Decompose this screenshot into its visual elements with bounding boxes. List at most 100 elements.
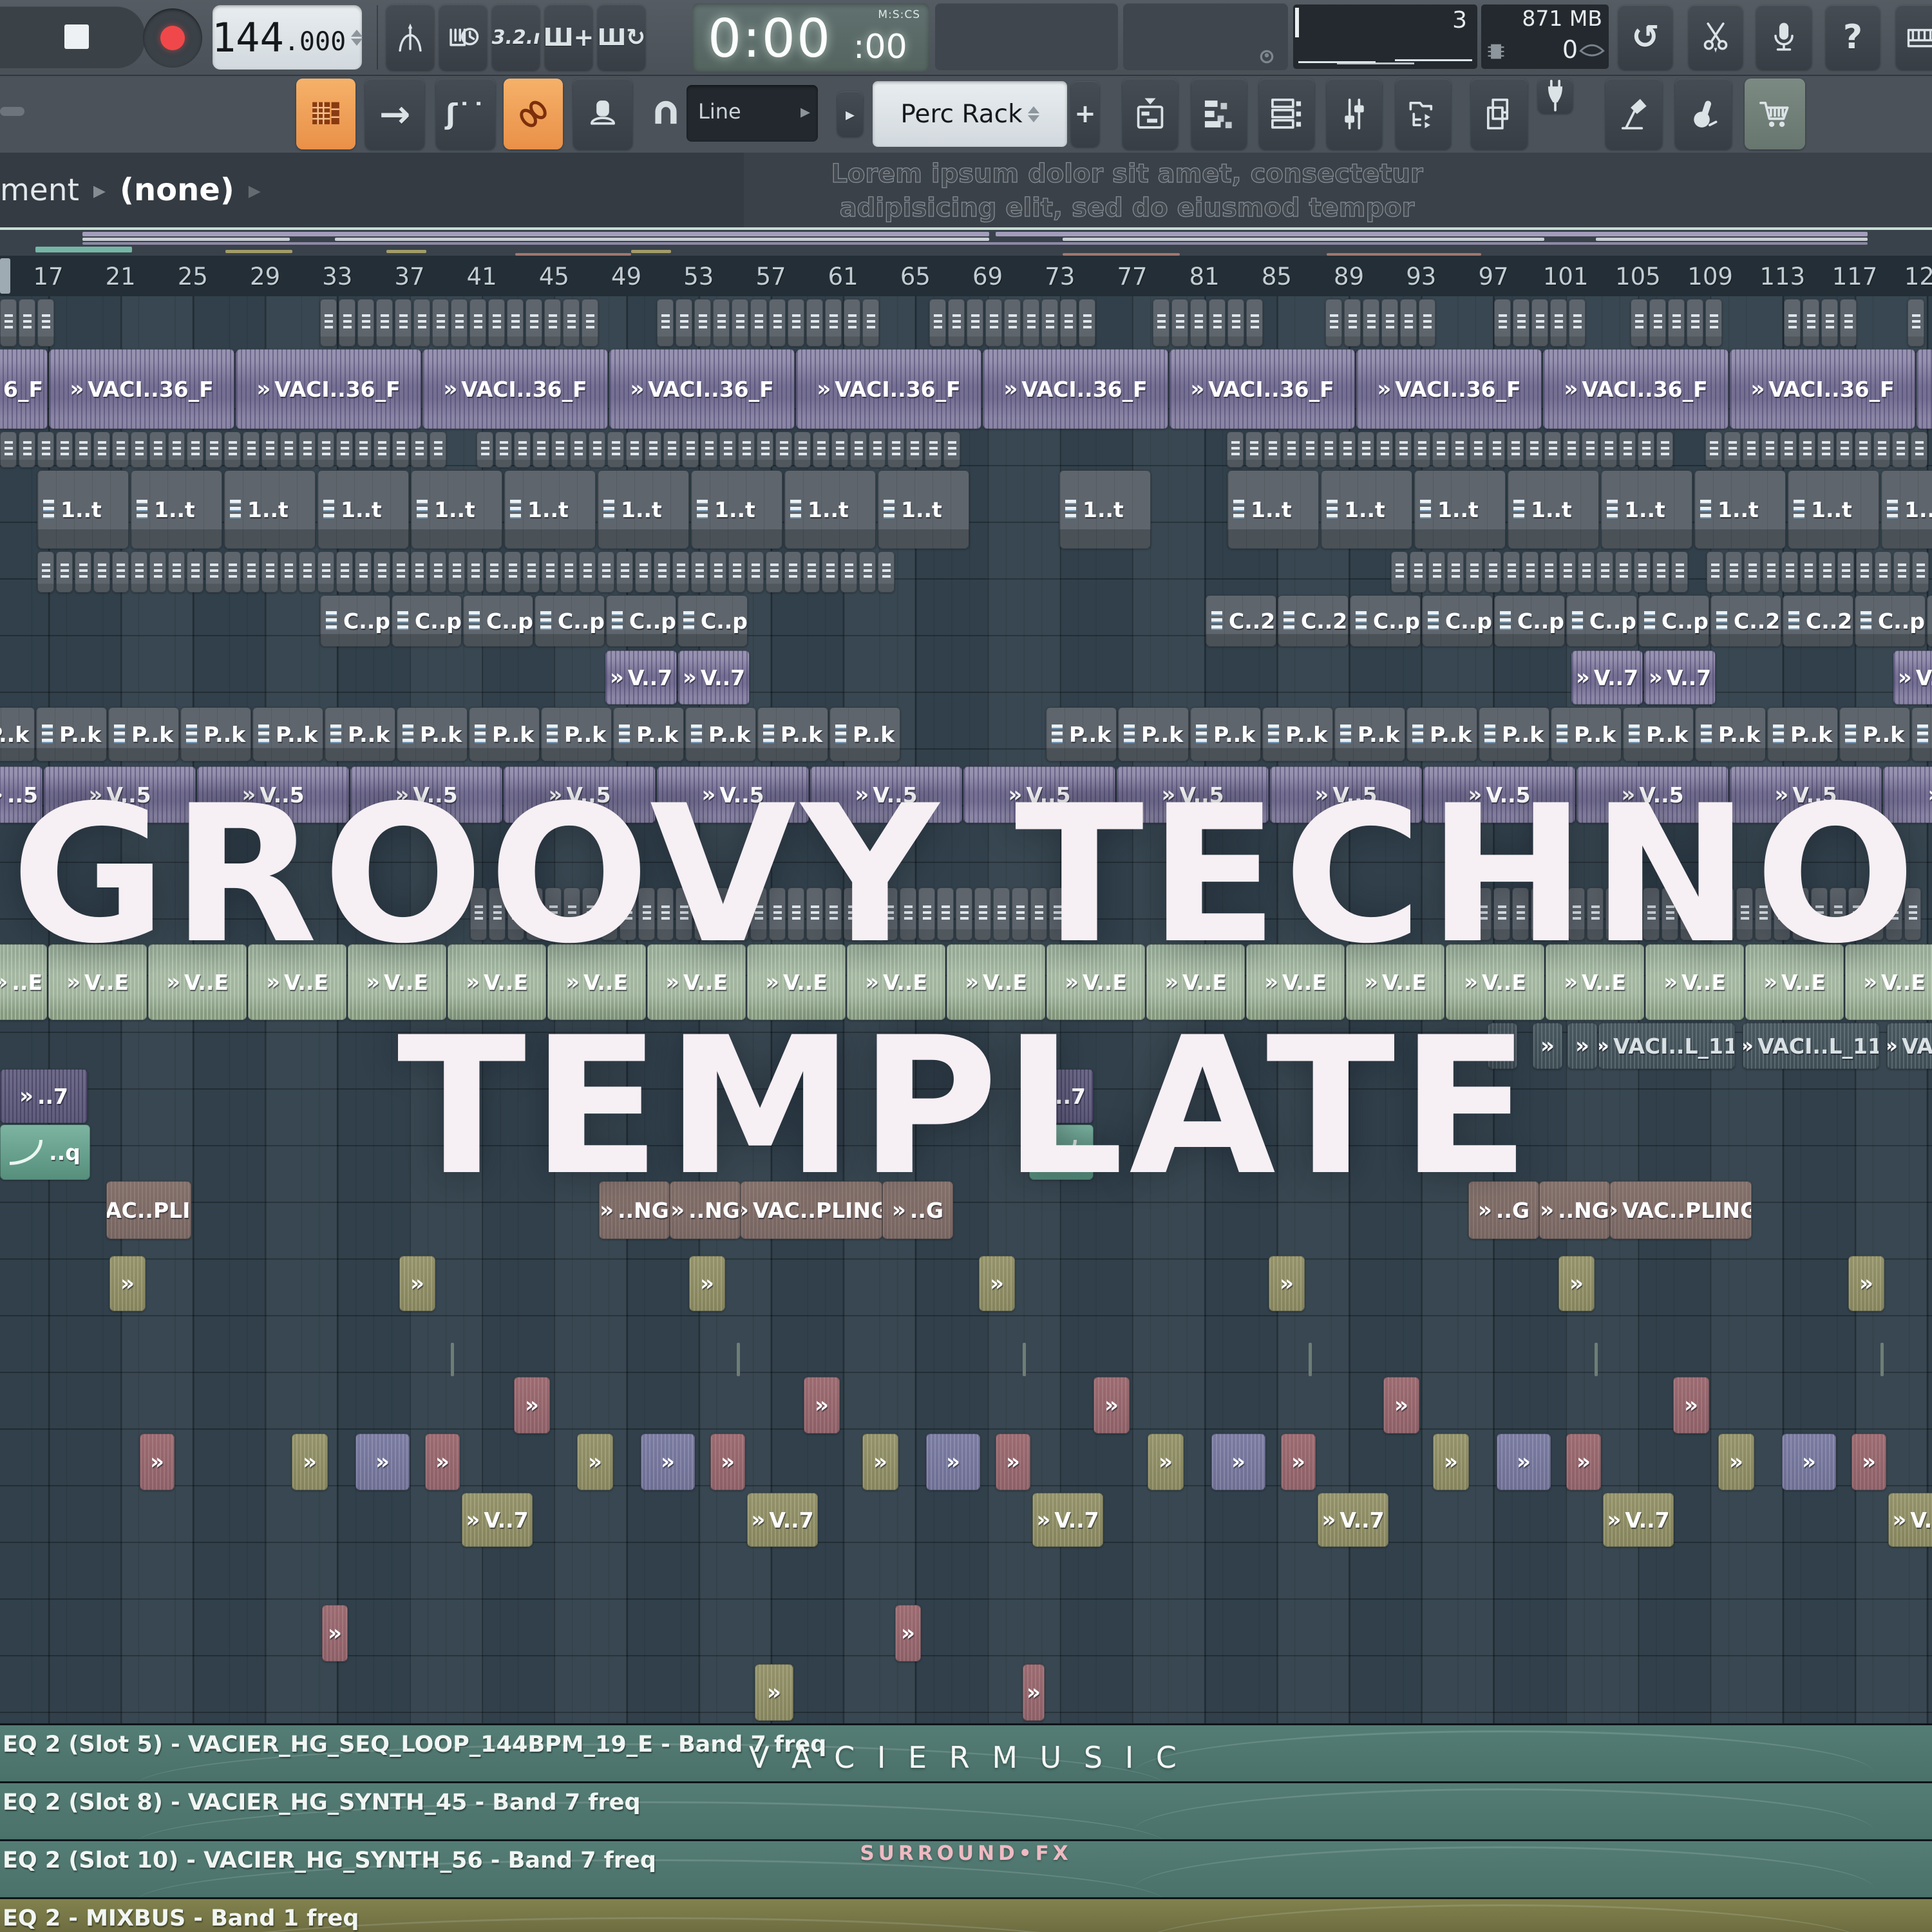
- mini-pattern-clip[interactable]: [1582, 431, 1598, 468]
- mini-pattern-clip[interactable]: [261, 551, 278, 592]
- audio-clip[interactable]: »V..7: [1571, 650, 1643, 705]
- mini-pattern-clip[interactable]: [701, 431, 717, 468]
- mini-pattern-clip[interactable]: [1893, 551, 1910, 592]
- mini-pattern-clip[interactable]: [504, 551, 521, 592]
- mini-pattern-clip[interactable]: [825, 887, 842, 940]
- mini-pattern-clip[interactable]: [1466, 551, 1482, 592]
- audio-clip[interactable]: »V..5: [810, 766, 962, 823]
- mini-pattern-clip[interactable]: [1540, 551, 1557, 592]
- audio-clip[interactable]: »: [1533, 1023, 1562, 1069]
- mini-pattern-clip[interactable]: [1060, 299, 1077, 346]
- mini-pattern-clip[interactable]: [1030, 887, 1047, 940]
- automation-track[interactable]: EQ 2 - MIXBUS - Band 1 freq: [0, 1897, 1932, 1932]
- mini-pattern-clip[interactable]: [1012, 887, 1028, 940]
- mini-pattern-clip[interactable]: [757, 431, 773, 468]
- mini-pattern-clip[interactable]: [1227, 299, 1244, 346]
- audio-clip[interactable]: »V..5: [1577, 766, 1728, 823]
- mini-pattern-clip[interactable]: [1068, 887, 1084, 940]
- mini-pattern-clip[interactable]: [859, 551, 876, 592]
- audio-clip[interactable]: »: [425, 1434, 460, 1490]
- mini-pattern-clip[interactable]: [469, 299, 486, 346]
- audio-clip[interactable]: »: [1148, 1434, 1184, 1490]
- mini-pattern-clip[interactable]: [1428, 551, 1445, 592]
- audio-clip[interactable]: »: [1094, 1377, 1130, 1434]
- pattern-clip[interactable]: P..k: [1911, 707, 1932, 761]
- mini-pattern-clip[interactable]: [1023, 299, 1039, 346]
- mini-pattern-clip[interactable]: [336, 551, 353, 592]
- mini-pattern-clip[interactable]: [1484, 551, 1501, 592]
- audio-clip[interactable]: »..E: [0, 944, 47, 1020]
- mini-pattern-clip[interactable]: [1908, 299, 1924, 346]
- mini-pattern-clip[interactable]: [37, 299, 54, 346]
- mini-pattern-clip[interactable]: [93, 551, 110, 592]
- mini-pattern-clip[interactable]: [1209, 299, 1226, 346]
- mini-pattern-clip[interactable]: [967, 299, 983, 346]
- mini-pattern-clip[interactable]: [918, 887, 935, 940]
- mini-pattern-clip[interactable]: [719, 431, 736, 468]
- mini-pattern-clip[interactable]: [1821, 299, 1838, 346]
- pattern-clip[interactable]: 1..t: [1227, 470, 1319, 549]
- mini-pattern-clip[interactable]: [448, 551, 465, 592]
- mini-pattern-clip[interactable]: [1302, 431, 1318, 468]
- mini-pattern-clip[interactable]: [1568, 887, 1585, 940]
- marker-clip[interactable]: [1880, 1343, 1884, 1376]
- step-sequencer-button[interactable]: [1191, 79, 1247, 149]
- mini-pattern-clip[interactable]: [1837, 551, 1854, 592]
- mini-pattern-clip[interactable]: [1705, 299, 1722, 346]
- audio-clip[interactable]: »: [862, 1434, 898, 1490]
- mini-pattern-clip[interactable]: [224, 551, 241, 592]
- audio-clip[interactable]: »: [996, 1434, 1030, 1490]
- audio-clip[interactable]: »VACI..36_F: [609, 349, 795, 429]
- mini-pattern-clip[interactable]: [672, 551, 689, 592]
- audio-clip[interactable]: »VACI..36_F: [236, 349, 421, 429]
- audio-clip[interactable]: »VAC..PLING: [741, 1181, 882, 1239]
- mini-pattern-clip[interactable]: [545, 887, 562, 940]
- mini-pattern-clip[interactable]: [0, 431, 17, 468]
- mini-pattern-clip[interactable]: [299, 431, 316, 468]
- mini-pattern-clip[interactable]: [56, 551, 73, 592]
- pattern-clip[interactable]: C..p: [1350, 595, 1421, 647]
- audio-clip[interactable]: »V..5: [1117, 766, 1269, 823]
- link-button[interactable]: [504, 79, 563, 149]
- wait-for-input-button[interactable]: [439, 5, 487, 70]
- mini-pattern-clip[interactable]: [862, 887, 879, 940]
- audio-clip[interactable]: »VACI..36_F: [1170, 349, 1355, 429]
- mini-pattern-clip[interactable]: [1671, 551, 1688, 592]
- audio-clip[interactable]: »: [355, 1434, 410, 1490]
- countdown-button[interactable]: 3.2.ı: [492, 5, 540, 70]
- mini-pattern-clip[interactable]: [1811, 887, 1828, 940]
- mini-pattern-clip[interactable]: [563, 299, 580, 346]
- audio-clip[interactable]: »V..E: [348, 944, 446, 1020]
- mini-pattern-clip[interactable]: [645, 431, 661, 468]
- pattern-clip[interactable]: P..k: [829, 707, 900, 761]
- mini-pattern-clip[interactable]: [1325, 299, 1342, 346]
- mini-pattern-clip[interactable]: [1873, 431, 1890, 468]
- mini-pattern-clip[interactable]: [317, 431, 334, 468]
- mini-pattern-clip[interactable]: [75, 431, 91, 468]
- mini-pattern-clip[interactable]: [317, 551, 334, 592]
- audio-clip[interactable]: »: [399, 1256, 435, 1311]
- audio-clip[interactable]: »VACI..36_F: [983, 349, 1168, 429]
- mini-pattern-clip[interactable]: [925, 431, 942, 468]
- mini-pattern-clip[interactable]: [451, 299, 468, 346]
- mini-pattern-clip[interactable]: [1049, 887, 1066, 940]
- mini-pattern-clip[interactable]: [1911, 431, 1927, 468]
- audio-clip[interactable]: »V..7: [605, 650, 677, 705]
- mini-pattern-clip[interactable]: [1687, 299, 1703, 346]
- mini-pattern-clip[interactable]: [1190, 299, 1207, 346]
- audio-clip[interactable]: »V..7: [462, 1493, 533, 1547]
- mini-pattern-clip[interactable]: [691, 551, 708, 592]
- audio-clip[interactable]: »V..5: [350, 766, 502, 823]
- mini-pattern-clip[interactable]: [1781, 551, 1798, 592]
- pattern-clip[interactable]: C..p: [1494, 595, 1565, 647]
- stamp-button[interactable]: [573, 79, 632, 149]
- mini-pattern-clip[interactable]: [1283, 431, 1300, 468]
- mini-pattern-clip[interactable]: [1410, 551, 1426, 592]
- mini-pattern-clip[interactable]: [831, 431, 848, 468]
- audio-clip[interactable]: »6_F: [0, 349, 48, 429]
- audio-clip[interactable]: »VACI..36_F: [1356, 349, 1542, 429]
- mini-pattern-clip[interactable]: [470, 887, 487, 940]
- mini-pattern-clip[interactable]: [1563, 431, 1580, 468]
- mini-pattern-clip[interactable]: [956, 887, 972, 940]
- pattern-clip[interactable]: C..p: [606, 595, 676, 647]
